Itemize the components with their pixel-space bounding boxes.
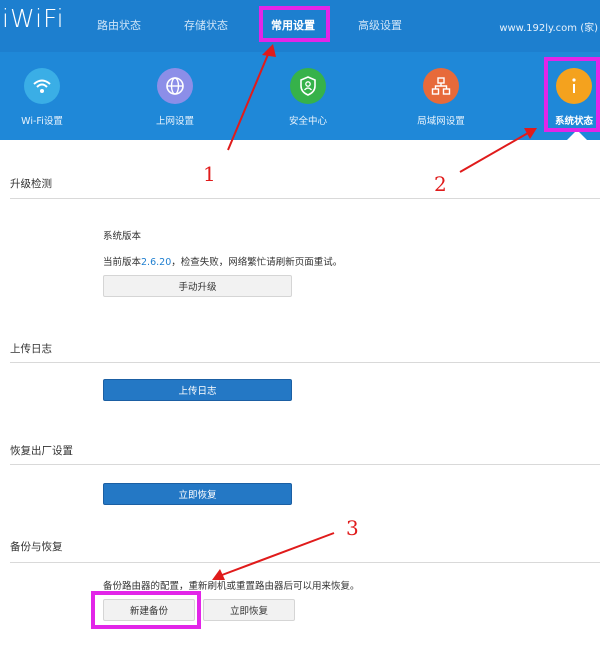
- annotation-number-3: 3: [346, 516, 359, 540]
- annotation-arrow-1: [227, 51, 270, 151]
- annotation-number-1: 1: [203, 162, 216, 186]
- annotation-number-2: 2: [434, 172, 447, 196]
- annotation-arrow-2: [459, 132, 529, 173]
- annotation-arrow-3: [221, 532, 335, 576]
- annotation-arrows: [212, 44, 537, 580]
- arrow-head-icon: [262, 44, 276, 57]
